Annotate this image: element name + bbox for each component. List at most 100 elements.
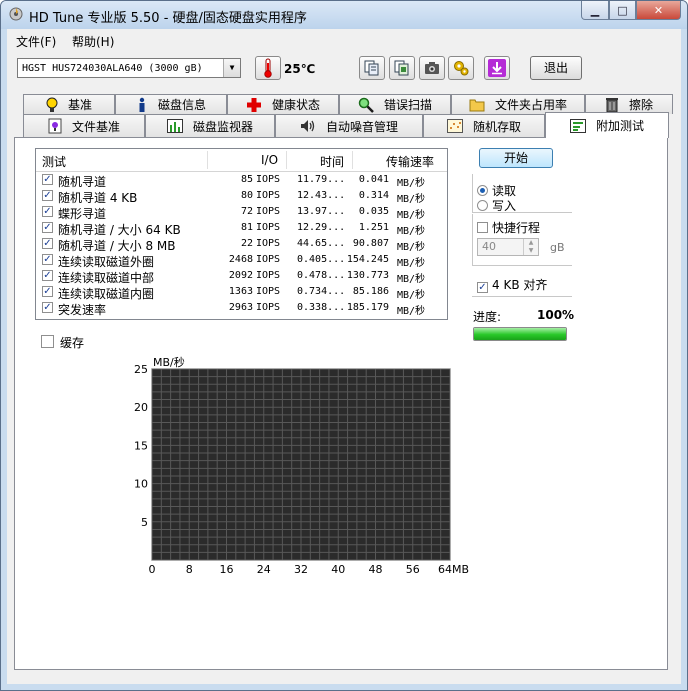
row-io-value: 80 [240, 190, 253, 201]
divider [472, 174, 473, 212]
copy-screen-button[interactable] [389, 56, 415, 80]
minimize-icon: ▁ [590, 3, 600, 17]
table-row[interactable]: ✓ 随机寻道 85 IOPS 11.79... 0.041 MB/秒 [36, 172, 447, 189]
x-tick-label: 56 [406, 563, 420, 576]
row-checkbox[interactable]: ✓ [42, 302, 53, 313]
screenshot-button[interactable] [419, 56, 445, 80]
read-radio-dot[interactable] [477, 185, 488, 196]
row-rate-unit: MB/秒 [397, 194, 426, 205]
short-stroke-spinner[interactable]: 40 ▲ ▼ [477, 238, 539, 256]
menu-help[interactable]: 帮助(H) [72, 33, 114, 50]
row-rate-unit: MB/秒 [397, 178, 426, 189]
progress-label: 进度: [473, 310, 502, 324]
x-tick-label: 64MB [438, 563, 469, 576]
title-bar[interactable]: HD Tune 专业版 5.50 - 硬盘/固态硬盘实用程序 ▁ □ ✕ [1, 1, 687, 29]
save-button[interactable] [484, 56, 510, 80]
table-row[interactable]: ✓ 连续读取磁道内圈 1363 IOPS 0.734... 85.186 MB/秒 [36, 284, 447, 301]
bar-chart-icon [166, 119, 183, 133]
row-io-value: 2468 [228, 254, 253, 265]
row-rate-value: 85.186 [352, 286, 389, 297]
tab-file-benchmark[interactable]: 文件基准 [23, 114, 145, 137]
x-tick-label: 48 [369, 563, 383, 576]
row-checkbox[interactable]: ✓ [42, 270, 53, 281]
tab-erase[interactable]: 擦除 [585, 94, 673, 114]
maximize-button[interactable]: □ [609, 1, 636, 20]
tab-random-access[interactable]: 随机存取 [423, 114, 545, 137]
cache-checkbox[interactable]: 缓存 [41, 334, 84, 351]
camera-icon [425, 62, 439, 74]
drive-select[interactable]: HGST HUS724030ALA640 (3000 gB) ▼ [17, 58, 241, 78]
tab-disk-monitor[interactable]: 磁盘监视器 [145, 114, 275, 137]
tab-health[interactable]: 健康状态 [227, 94, 339, 114]
x-tick-label: 8 [186, 563, 193, 576]
row-checkbox[interactable]: ✓ [42, 238, 53, 249]
speaker-icon [300, 120, 315, 132]
row-test-name: 突发速率 [58, 303, 107, 317]
row-checkbox[interactable]: ✓ [42, 286, 53, 297]
tab-label: 磁盘监视器 [192, 119, 253, 134]
align-4kb-box[interactable]: ✓ [477, 282, 488, 293]
x-tick-label: 40 [331, 563, 345, 576]
row-checkbox[interactable]: ✓ [42, 206, 53, 217]
divider [472, 214, 473, 265]
y-axis-label: MB/秒 [153, 355, 185, 369]
minimize-button[interactable]: ▁ [581, 1, 609, 20]
toolbar: HGST HUS724030ALA640 (3000 gB) ▼ 25℃ 退出 [7, 53, 681, 87]
tab-folder-usage[interactable]: 文件夹占用率 [451, 94, 585, 114]
table-row[interactable]: ✓ 随机寻道 / 大小 64 KB 81 IOPS 12.29... 1.251 MB/秒 [36, 220, 447, 237]
start-button[interactable]: 开始 [479, 148, 553, 168]
options-button[interactable] [448, 56, 474, 80]
align-label: 4 KB 对齐 [492, 278, 548, 292]
chevron-down-icon[interactable]: ▼ [223, 59, 240, 77]
tab-label: 文件基准 [71, 119, 120, 134]
info-icon [139, 97, 145, 112]
extra-tests-panel: 测试 I/O 时间 传输速率 ✓ 随机寻道 85 IOPS 11.79... 0.041 M… [14, 137, 668, 670]
table-row[interactable]: ✓ 突发速率 2963 IOPS 0.338... 185.179 MB/秒 [36, 300, 447, 317]
y-tick-label: 20 [134, 401, 148, 414]
row-rate-value: 130.773 [346, 270, 389, 281]
row-checkbox[interactable]: ✓ [42, 190, 53, 201]
tab-label: 自动噪音管理 [325, 119, 398, 134]
row-checkbox[interactable]: ✓ [42, 254, 53, 265]
align-4kb-checkbox[interactable]: ✓ 4 KB 对齐 [477, 276, 547, 293]
table-row[interactable]: ✓ 随机寻道 4 KB 80 IOPS 12.43... 0.314 MB/秒 [36, 188, 447, 205]
short-stroke-box[interactable] [477, 222, 488, 233]
spinner-arrows-icon[interactable]: ▲ ▼ [523, 239, 538, 255]
tab-benchmark[interactable]: 基准 [23, 94, 115, 114]
tab-label: 文件夹占用率 [494, 98, 567, 112]
write-radio-dot[interactable] [477, 200, 488, 211]
table-row[interactable]: ✓ 连续读取磁道中部 2092 IOPS 0.478... 130.773 MB/秒 [36, 268, 447, 285]
row-io-unit: IOPS [256, 206, 281, 217]
row-checkbox[interactable]: ✓ [42, 222, 53, 233]
temperature-button[interactable] [255, 56, 281, 80]
row-checkbox[interactable]: ✓ [42, 174, 53, 185]
tab-label: 擦除 [628, 98, 653, 112]
row-rate-unit: MB/秒 [397, 226, 426, 237]
x-tick-label: 32 [294, 563, 308, 576]
row-io-unit: IOPS [256, 174, 281, 185]
short-stroke-label: 快捷行程 [492, 221, 541, 235]
close-button[interactable]: ✕ [636, 1, 681, 20]
health-cross-icon [246, 97, 261, 112]
table-row[interactable]: ✓ 蝶形寻道 72 IOPS 13.97... 0.035 MB/秒 [36, 204, 447, 221]
cache-checkbox-box[interactable] [41, 335, 54, 348]
tab-disk-info[interactable]: 磁盘信息 [115, 94, 227, 114]
menu-file[interactable]: 文件(F) [16, 33, 56, 50]
row-rate-value: 0.035 [358, 206, 389, 217]
folder-icon [469, 99, 485, 111]
copy-text-button[interactable] [359, 56, 385, 80]
settings-icon [454, 61, 469, 76]
tab-noise-management[interactable]: 自动噪音管理 [275, 114, 423, 137]
tab-label: 健康状态 [271, 98, 320, 112]
trash-icon [605, 97, 618, 112]
short-stroke-checkbox[interactable]: 快捷行程 [477, 219, 540, 236]
table-row[interactable]: ✓ 连续读取磁道外圈 2468 IOPS 0.405... 154.245 MB/秒 [36, 252, 447, 269]
copy-screen-icon [394, 60, 409, 76]
tab-extra-tests[interactable]: 附加测试 [545, 112, 669, 138]
table-row[interactable]: ✓ 随机寻道 / 大小 8 MB 22 IOPS 44.65... 90.807 MB/秒 [36, 236, 447, 253]
exit-button[interactable]: 退出 [530, 56, 582, 80]
thermometer-icon [264, 58, 272, 78]
tab-label: 磁盘信息 [157, 98, 206, 112]
y-tick-label: 15 [134, 439, 148, 452]
tab-error-scan[interactable]: 错误扫描 [339, 94, 451, 114]
